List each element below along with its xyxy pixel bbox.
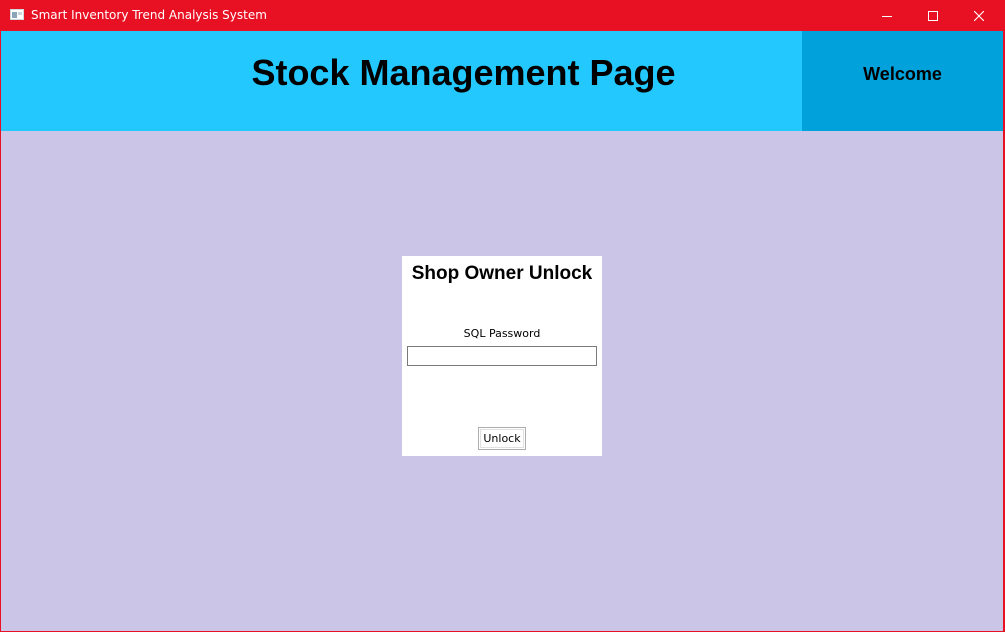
unlock-button[interactable]: Unlock bbox=[478, 427, 526, 450]
unlock-title: Shop Owner Unlock bbox=[411, 263, 593, 284]
window-title: Smart Inventory Trend Analysis System bbox=[31, 8, 267, 22]
welcome-label: Welcome bbox=[863, 64, 942, 84]
app-window-icon bbox=[10, 9, 24, 20]
main-area: Stock Management Page Welcome Shop Owner… bbox=[1, 31, 1003, 631]
window-titlebar[interactable]: Smart Inventory Trend Analysis System bbox=[0, 0, 1005, 31]
minimize-button[interactable] bbox=[864, 0, 910, 31]
password-label: SQL Password bbox=[463, 327, 541, 340]
unlock-panel: Shop Owner Unlock SQL Password Unlock bbox=[402, 256, 602, 456]
page-header bbox=[1, 31, 802, 131]
welcome-panel: Welcome bbox=[802, 31, 1003, 131]
password-input[interactable] bbox=[407, 346, 597, 366]
close-button[interactable] bbox=[956, 0, 1002, 31]
maximize-button[interactable] bbox=[910, 0, 956, 31]
minimize-icon bbox=[882, 15, 892, 17]
maximize-icon bbox=[928, 10, 938, 21]
close-icon bbox=[974, 10, 984, 21]
